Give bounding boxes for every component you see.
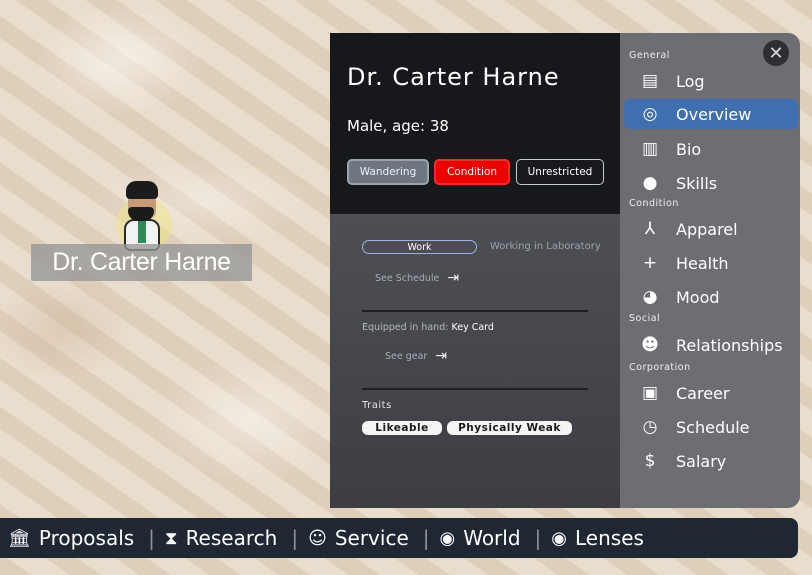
section-general: General — [629, 50, 670, 61]
sidebar-item-overview[interactable]: ◎ Overview — [624, 99, 798, 129]
equipped-label: Equipped in hand: — [362, 322, 449, 333]
equipped-item: Key Card — [451, 322, 494, 333]
sidebar-item-label: Career — [676, 383, 730, 403]
toolbar-label: Research — [185, 526, 278, 550]
see-schedule-link[interactable]: See Schedule ⇥ — [375, 270, 459, 286]
hourglass-icon: ⧗ — [164, 527, 178, 549]
wandering-button[interactable]: Wandering — [347, 159, 429, 185]
hanger-icon: ⅄ — [644, 219, 656, 239]
sidebar-item-label: Skills — [676, 173, 718, 193]
see-gear-label: See gear — [385, 350, 428, 362]
sidebar-item-relationships[interactable]: ☻ Relationships — [624, 330, 798, 360]
toolbar-service[interactable]: ☺ Service — [308, 526, 409, 550]
sidebar-item-label: Bio — [676, 139, 702, 159]
sidebar-item-skills[interactable]: ● Skills — [624, 168, 798, 198]
character-sprite[interactable] — [112, 175, 172, 255]
sidebar-item-label: Salary — [676, 451, 727, 471]
sidebar-item-label: Mood — [676, 287, 720, 307]
character-beard — [128, 207, 154, 221]
sidebar-item-label: Health — [676, 253, 729, 273]
sidebar-item-label: Schedule — [676, 417, 750, 437]
people-icon: ☻ — [641, 335, 659, 355]
eye-icon: ◉ — [551, 527, 568, 549]
unrestricted-button[interactable]: Unrestricted — [516, 159, 604, 185]
bottom-toolbar: 🏛 Proposals | ⧗ Research | ☺ Service | ◉… — [0, 518, 798, 558]
toolbar-label: Service — [334, 526, 409, 550]
section-corporation: Corporation — [629, 362, 691, 373]
toolbar-lenses[interactable]: ◉ Lenses — [551, 526, 644, 550]
service-icon: ☺ — [308, 527, 327, 549]
sidebar-item-salary[interactable]: $ Salary — [624, 446, 798, 476]
condition-button[interactable]: Condition — [434, 159, 510, 185]
divider — [362, 388, 588, 390]
section-condition: Condition — [629, 198, 679, 209]
toolbar-label: Lenses — [575, 526, 644, 550]
panel-header: Dr. Carter Harne Male, age: 38 Wandering… — [330, 33, 620, 214]
exit-arrow-icon: ⇥ — [435, 348, 448, 364]
character-hair — [126, 181, 158, 199]
trait-badge[interactable]: Likeable — [362, 421, 442, 435]
globe-icon: ◉ — [439, 527, 456, 549]
toolbar-world[interactable]: ◉ World — [440, 526, 521, 550]
exit-arrow-icon: ⇥ — [447, 270, 460, 286]
sidebar-item-label: Relationships — [676, 335, 783, 355]
dollar-icon: $ — [644, 451, 656, 471]
toolbar-separator: | — [148, 526, 155, 550]
log-icon: ▤ — [641, 71, 659, 91]
bank-icon: 🏛 — [8, 527, 31, 549]
toolbar-research[interactable]: ⧗ Research — [165, 526, 277, 550]
bulb-icon: ● — [642, 173, 658, 193]
traits-heading: Traits — [362, 400, 392, 411]
sidebar-item-label: Overview — [676, 104, 752, 124]
character-name-label[interactable]: Dr. Carter Harne — [31, 244, 252, 281]
id-badge-icon: ▣ — [641, 383, 659, 403]
close-icon[interactable]: ✕ — [763, 40, 789, 66]
character-info: Male, age: 38 — [347, 117, 449, 135]
panel-body — [330, 214, 620, 508]
sidebar-nav: ✕ General ▤ Log ◎ Overview ▥ Bio ● Skill… — [620, 33, 800, 508]
sidebar-item-health[interactable]: + Health — [624, 248, 798, 278]
equipped-line: Equipped in hand: Key Card — [362, 322, 494, 333]
work-status: Working in Laboratory — [490, 241, 601, 252]
toolbar-label: World — [463, 526, 521, 550]
sidebar-item-label: Log — [676, 71, 705, 91]
sidebar-item-log[interactable]: ▤ Log — [624, 66, 798, 96]
character-panel: Dr. Carter Harne Male, age: 38 Wandering… — [330, 33, 800, 508]
book-icon: ▥ — [641, 139, 659, 159]
divider — [362, 310, 588, 312]
brain-icon: ◕ — [642, 287, 658, 307]
overview-icon: ◎ — [642, 104, 658, 124]
trait-badge[interactable]: Physically Weak — [447, 421, 572, 435]
character-tie — [138, 219, 146, 243]
sidebar-item-schedule[interactable]: ◷ Schedule — [624, 412, 798, 442]
see-gear-link[interactable]: See gear ⇥ — [385, 348, 447, 364]
sidebar-item-apparel[interactable]: ⅄ Apparel — [624, 214, 798, 244]
panel-character-name: Dr. Carter Harne — [347, 63, 560, 91]
sidebar-item-mood[interactable]: ◕ Mood — [624, 282, 798, 312]
work-tab[interactable]: Work — [362, 240, 477, 254]
toolbar-separator: | — [291, 526, 299, 550]
section-social: Social — [629, 313, 661, 324]
sidebar-item-label: Apparel — [676, 219, 738, 239]
plus-icon: + — [642, 253, 658, 273]
toolbar-separator: | — [422, 526, 430, 550]
see-schedule-label: See Schedule — [375, 272, 440, 284]
sidebar-item-career[interactable]: ▣ Career — [624, 378, 798, 408]
toolbar-proposals[interactable]: 🏛 Proposals — [8, 526, 134, 550]
toolbar-separator: | — [534, 526, 542, 550]
sidebar-item-bio[interactable]: ▥ Bio — [624, 134, 798, 164]
clock-icon: ◷ — [642, 417, 658, 437]
toolbar-label: Proposals — [38, 526, 135, 550]
